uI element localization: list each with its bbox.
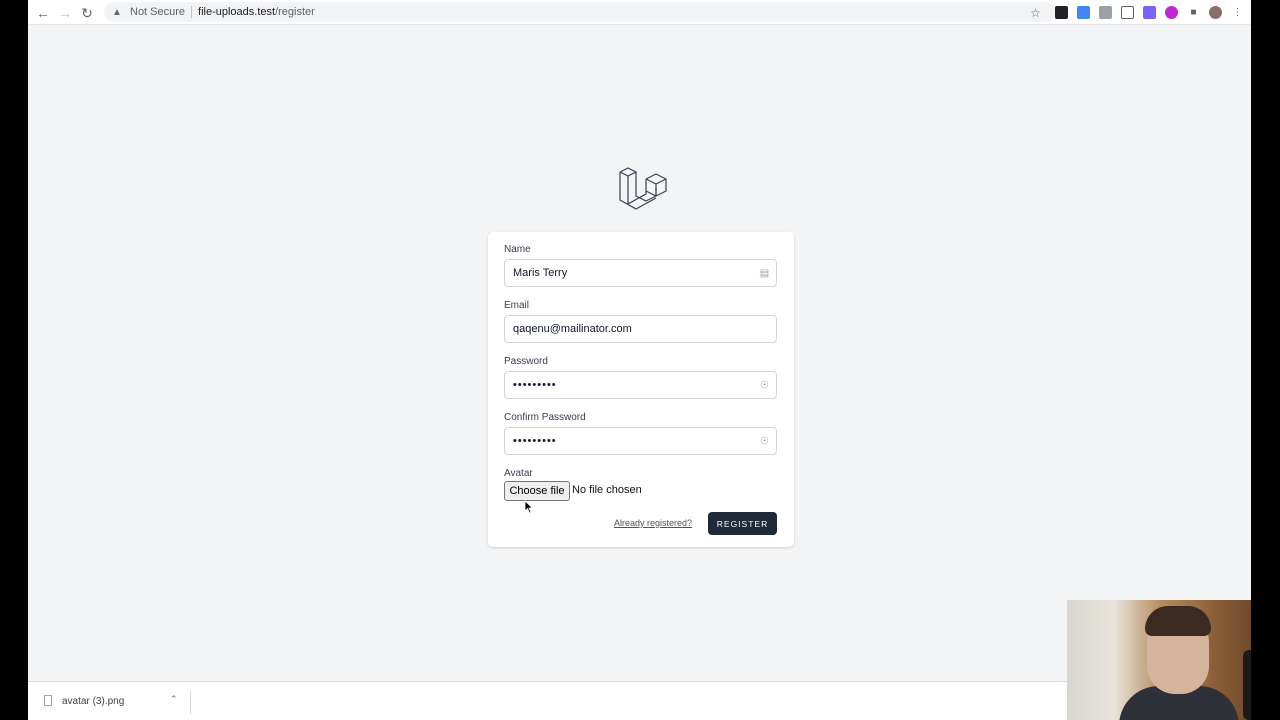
password-field[interactable]: ••••••••• ☉ (504, 371, 777, 399)
bookmark-star-icon[interactable]: ☆ (1029, 6, 1042, 20)
extension-blue-icon[interactable] (1077, 6, 1090, 19)
password-key-icon[interactable]: ☉ (759, 436, 770, 447)
warning-icon: ▲ (112, 6, 122, 18)
url-path: /register (275, 6, 315, 18)
name-field[interactable]: Maris Terry ▤ (504, 259, 777, 287)
confirm-password-value: ••••••••• (513, 435, 557, 447)
avatar-label: Avatar (504, 468, 533, 479)
browser-window: ← → ↻ ▲ Not Secure file-uploads.test/reg… (28, 0, 1251, 720)
url-host: file-uploads.test (198, 6, 276, 18)
chevron-up-icon[interactable]: ⌃ (170, 694, 178, 705)
name-label: Name (504, 244, 531, 255)
confirm-password-field[interactable]: ••••••••• ☉ (504, 427, 777, 455)
back-icon[interactable]: ← (34, 4, 52, 22)
address-bar[interactable]: ▲ Not Secure file-uploads.test/register (104, 2, 1056, 22)
already-registered-link[interactable]: Already registered? (614, 518, 692, 528)
reload-icon[interactable]: ↻ (78, 4, 96, 22)
password-label: Password (504, 356, 548, 367)
menu-kebab-icon[interactable]: ⋮ (1231, 6, 1244, 19)
profile-avatar[interactable] (1209, 6, 1222, 19)
address-separator (191, 6, 193, 18)
name-value: Maris Terry (513, 267, 568, 279)
contact-card-icon[interactable]: ▤ (759, 268, 770, 279)
presenter-hair (1145, 606, 1211, 636)
extension-layers-icon[interactable] (1055, 6, 1068, 19)
extension-purple-icon[interactable] (1143, 6, 1156, 19)
laravel-logo-icon (619, 167, 667, 210)
download-file-name[interactable]: avatar (3).png (62, 696, 124, 707)
file-status: No file chosen (572, 484, 642, 496)
extension-pocket-icon[interactable] (1121, 6, 1134, 19)
confirm-password-label: Confirm Password (504, 412, 586, 423)
extension-magenta-icon[interactable] (1165, 6, 1178, 19)
webcam-overlay (1067, 600, 1251, 720)
forward-icon[interactable]: → (56, 4, 74, 22)
microphone (1243, 650, 1251, 720)
choose-file-button[interactable]: Choose file (504, 481, 570, 501)
extension-grey-icon[interactable] (1099, 6, 1112, 19)
mouse-cursor-icon (524, 500, 534, 514)
shelf-divider (190, 690, 191, 714)
file-icon (44, 695, 52, 706)
extensions-puzzle-icon[interactable]: ■ (1187, 6, 1200, 19)
email-field[interactable]: qaqenu@mailinator.com (504, 315, 777, 343)
email-value: qaqenu@mailinator.com (513, 323, 632, 335)
browser-toolbar: ← → ↻ ▲ Not Secure file-uploads.test/reg… (28, 0, 1251, 25)
password-key-icon[interactable]: ☉ (759, 380, 770, 391)
email-label: Email (504, 300, 530, 311)
security-label: Not Secure (130, 6, 186, 18)
password-value: ••••••••• (513, 379, 557, 391)
register-button[interactable]: REGISTER (708, 512, 777, 535)
